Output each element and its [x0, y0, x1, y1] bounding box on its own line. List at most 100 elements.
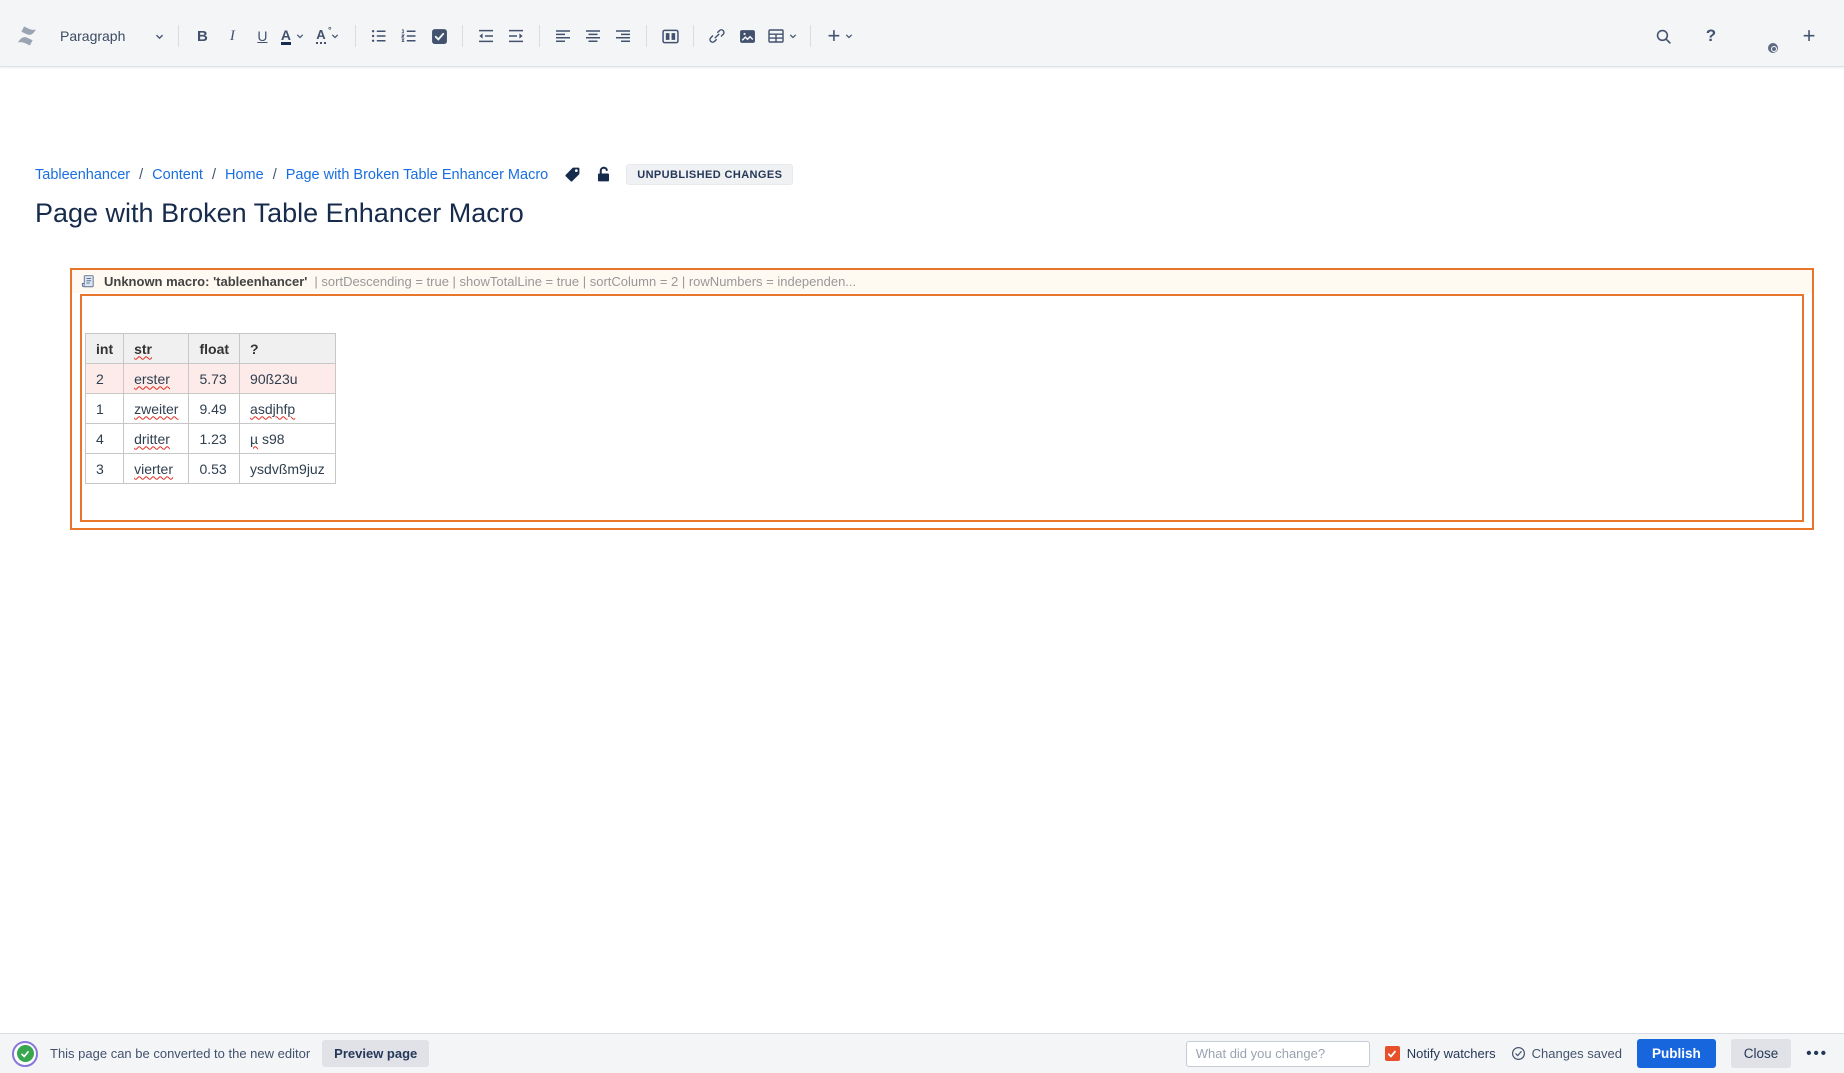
- table-cell: ysdvßm9juz: [240, 454, 336, 484]
- search-button[interactable]: [1648, 21, 1678, 51]
- align-right-icon: [615, 28, 631, 44]
- chevron-down-icon: [155, 32, 164, 41]
- publish-button[interactable]: Publish: [1637, 1039, 1716, 1068]
- table-row: 4dritter1.23µ s98: [86, 424, 336, 454]
- labels-icon[interactable]: [564, 166, 581, 183]
- toolbar-divider: [539, 25, 540, 47]
- table-header-cell: int: [86, 334, 124, 364]
- misspelled-text: vierter: [134, 461, 173, 477]
- indent-button[interactable]: [501, 21, 531, 51]
- footer-right: Notify watchers Changes saved Publish Cl…: [1186, 1039, 1828, 1068]
- macro-icon: [81, 274, 96, 289]
- macro-table-header-row: int str float?: [86, 334, 336, 364]
- numbered-list-button[interactable]: [394, 21, 424, 51]
- cell-text: float: [199, 341, 229, 357]
- user-avatar[interactable]: [1744, 20, 1776, 52]
- table-cell: 4: [86, 424, 124, 454]
- indent-icon: [508, 28, 524, 44]
- table-row: 2erster5.7390ß23u: [86, 364, 336, 394]
- table-cell: 0.53: [189, 454, 240, 484]
- table-icon: [768, 28, 784, 44]
- bullet-list-icon: [371, 28, 387, 44]
- changes-saved-icon: [1511, 1046, 1526, 1061]
- table-cell: 1: [86, 394, 124, 424]
- align-left-button[interactable]: [548, 21, 578, 51]
- toolbar-divider: [693, 25, 694, 47]
- editor-content: Tableenhancer / Content / Home / Page wi…: [0, 164, 1844, 530]
- table-cell: 9.49: [189, 394, 240, 424]
- preview-page-button[interactable]: Preview page: [322, 1040, 429, 1067]
- insert-more-button[interactable]: +: [819, 21, 861, 51]
- page-meta-icons: [564, 166, 612, 183]
- editor-toolbar: Paragraph B I U A A°: [0, 0, 1844, 67]
- close-button[interactable]: Close: [1731, 1039, 1792, 1068]
- misspelled-text: str: [134, 341, 152, 357]
- table-button[interactable]: [762, 21, 802, 51]
- footer-left: This page can be converted to the new ed…: [12, 1040, 429, 1067]
- page-layout-button[interactable]: [655, 21, 685, 51]
- numbered-list-icon: [401, 28, 417, 44]
- breadcrumb-link-home[interactable]: Home: [225, 167, 264, 183]
- underline-button[interactable]: U: [247, 21, 277, 51]
- search-icon: [1655, 28, 1672, 45]
- table-cell: 5.73: [189, 364, 240, 394]
- table-row: 3vierter0.53ysdvßm9juz: [86, 454, 336, 484]
- table-cell: zweiter: [124, 394, 189, 424]
- confluence-logo-icon: [14, 24, 40, 48]
- editor-footer: This page can be converted to the new ed…: [0, 1033, 1844, 1073]
- cell-text: 1: [96, 401, 104, 417]
- unrestricted-icon[interactable]: [595, 166, 612, 183]
- outdent-icon: [478, 28, 494, 44]
- notify-watchers-checkbox[interactable]: [1385, 1046, 1400, 1061]
- changes-saved-status: Changes saved: [1511, 1046, 1622, 1061]
- misspelled-text: µ: [250, 431, 258, 447]
- checkmark-icon: [20, 1049, 30, 1059]
- create-button[interactable]: +: [1794, 21, 1824, 51]
- notify-watchers-option[interactable]: Notify watchers: [1385, 1046, 1496, 1061]
- help-button[interactable]: ?: [1696, 21, 1726, 51]
- misspelled-text: asdjhfp: [250, 401, 295, 417]
- more-formatting-button[interactable]: A°: [307, 21, 347, 51]
- align-center-icon: [585, 28, 601, 44]
- chevron-down-icon: [789, 32, 797, 40]
- align-center-button[interactable]: [578, 21, 608, 51]
- breadcrumb-separator: /: [212, 167, 216, 183]
- bold-button[interactable]: B: [187, 21, 217, 51]
- avatar-status-badge: [1766, 41, 1780, 55]
- image-button[interactable]: [732, 21, 762, 51]
- table-cell: 1.23: [189, 424, 240, 454]
- table-cell: dritter: [124, 424, 189, 454]
- table-cell: vierter: [124, 454, 189, 484]
- bullet-list-button[interactable]: [364, 21, 394, 51]
- image-icon: [739, 28, 756, 45]
- paragraph-style-dropdown[interactable]: Paragraph: [54, 24, 170, 48]
- cell-text: 90ß23u: [250, 371, 297, 387]
- version-comment-input[interactable]: [1186, 1041, 1370, 1067]
- macro-title: Unknown macro: 'tableenhancer': [104, 274, 307, 289]
- unknown-macro-box[interactable]: Unknown macro: 'tableenhancer' | sortDes…: [70, 268, 1814, 530]
- align-right-button[interactable]: [608, 21, 638, 51]
- editor-convert-icon[interactable]: [12, 1041, 38, 1067]
- italic-button[interactable]: I: [217, 21, 247, 51]
- table-cell: µ s98: [240, 424, 336, 454]
- outdent-button[interactable]: [471, 21, 501, 51]
- more-actions-button[interactable]: •••: [1806, 1045, 1828, 1062]
- cell-text: ysdvßm9juz: [250, 461, 325, 477]
- breadcrumb-link-space[interactable]: Tableenhancer: [35, 167, 130, 183]
- cell-text: ?: [250, 341, 259, 357]
- table-header-cell: float: [189, 334, 240, 364]
- notify-watchers-label: Notify watchers: [1407, 1046, 1496, 1061]
- link-button[interactable]: [702, 21, 732, 51]
- cell-text: int: [96, 341, 113, 357]
- chevron-down-icon: [296, 32, 304, 40]
- toolbar-divider: [178, 25, 179, 47]
- breadcrumb-link-page[interactable]: Page with Broken Table Enhancer Macro: [286, 167, 549, 183]
- text-color-button[interactable]: A: [277, 21, 307, 51]
- breadcrumb: Tableenhancer / Content / Home / Page wi…: [35, 164, 1844, 185]
- breadcrumb-link-content[interactable]: Content: [152, 167, 203, 183]
- task-list-button[interactable]: [424, 21, 454, 51]
- table-cell: 90ß23u: [240, 364, 336, 394]
- page-title[interactable]: Page with Broken Table Enhancer Macro: [35, 198, 1844, 229]
- cell-text: 0.53: [199, 461, 226, 477]
- macro-table: intstrfloat? 2erster5.7390ß23u1zweiter9.…: [85, 333, 336, 484]
